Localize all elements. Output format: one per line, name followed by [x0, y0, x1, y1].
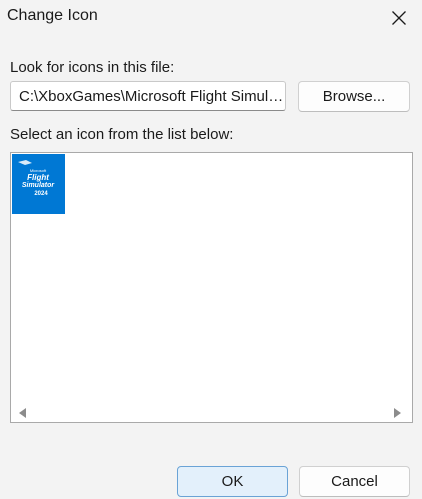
- close-icon: [392, 11, 406, 25]
- horizontal-scrollbar[interactable]: [12, 404, 411, 421]
- svg-text:Simulator: Simulator: [22, 182, 56, 189]
- microsoft-flight-simulator-2024-icon: Microsoft Flight Simulator 2024: [12, 154, 65, 214]
- triangle-left-icon: [19, 408, 26, 418]
- icon-list[interactable]: Microsoft Flight Simulator 2024: [10, 152, 413, 423]
- title-bar: Change Icon: [0, 0, 422, 36]
- change-icon-dialog: Change Icon Look for icons in this file:…: [0, 0, 422, 499]
- list-item[interactable]: Microsoft Flight Simulator 2024: [12, 154, 65, 214]
- ok-button[interactable]: OK: [177, 466, 288, 497]
- file-path-input[interactable]: [10, 81, 286, 111]
- scroll-left-button[interactable]: [16, 406, 30, 420]
- icon-list-label: Select an icon from the list below:: [10, 126, 234, 143]
- close-button[interactable]: [376, 0, 422, 36]
- file-label: Look for icons in this file:: [10, 59, 175, 76]
- triangle-right-icon: [394, 408, 401, 418]
- dialog-title: Change Icon: [7, 7, 98, 24]
- browse-button[interactable]: Browse...: [298, 81, 410, 112]
- cancel-button[interactable]: Cancel: [299, 466, 410, 497]
- scroll-right-button[interactable]: [390, 406, 404, 420]
- svg-text:Flight: Flight: [27, 173, 49, 182]
- svg-text:2024: 2024: [34, 191, 48, 197]
